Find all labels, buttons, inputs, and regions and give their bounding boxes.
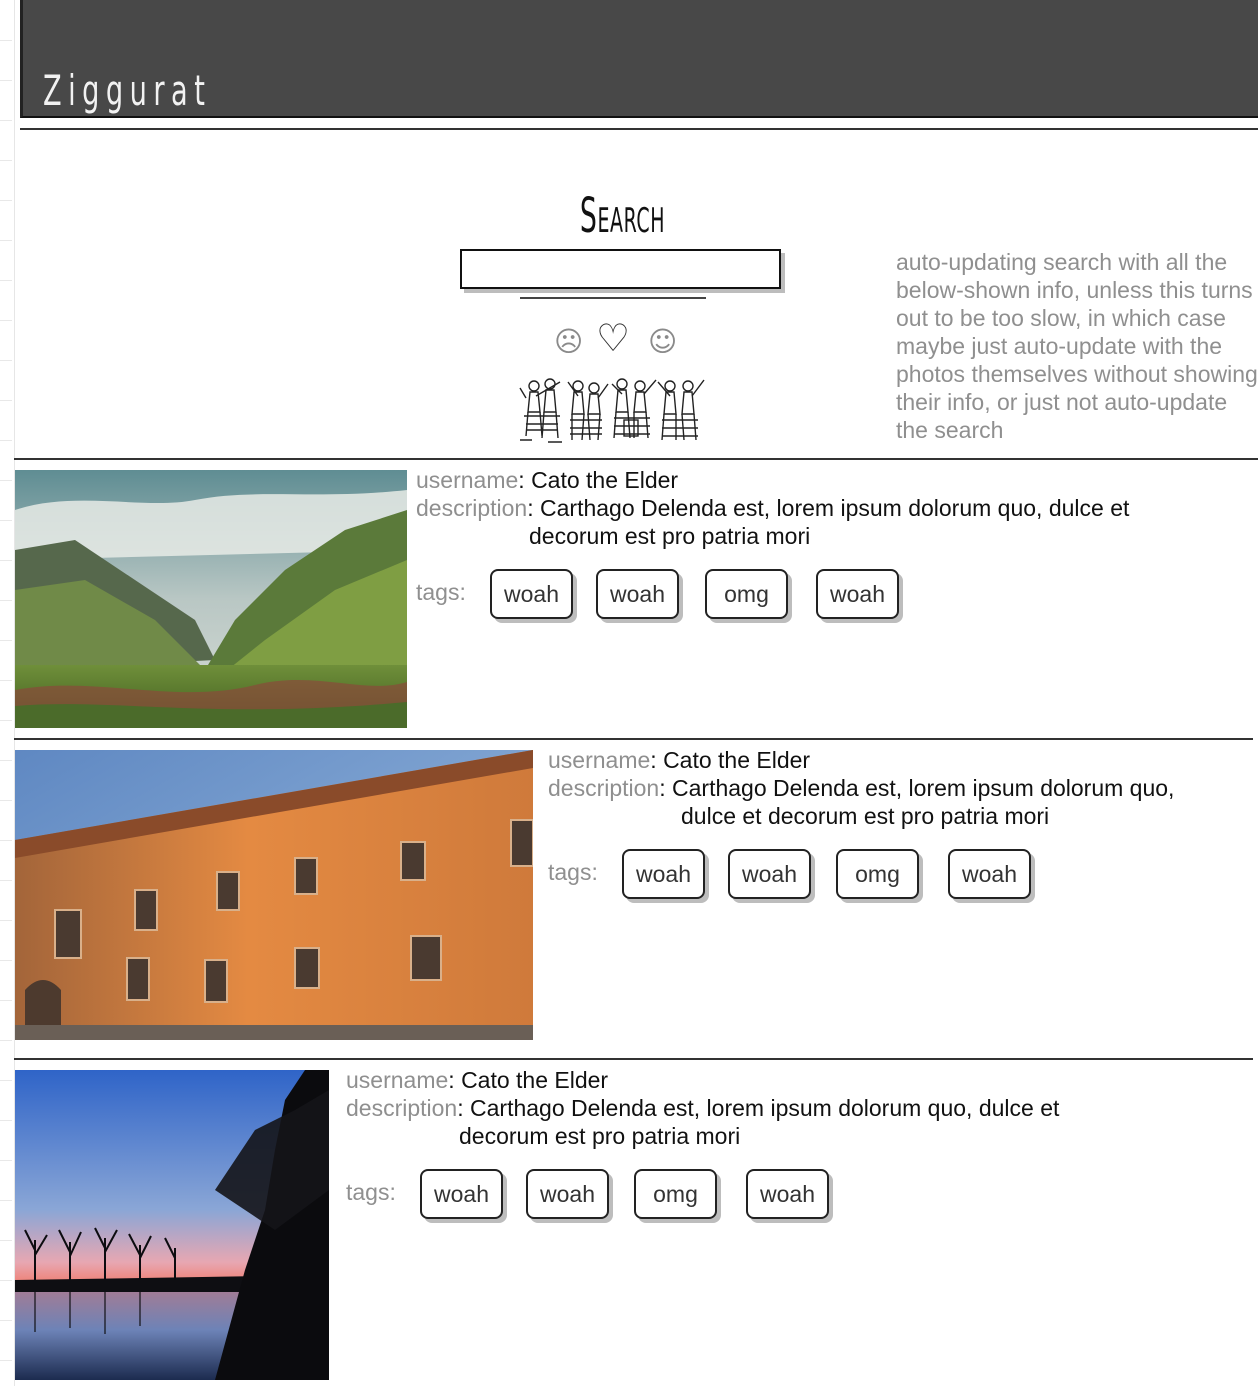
description-value-cont: dulce et decorum est pro patria mori xyxy=(681,803,1050,829)
sad-face-icon[interactable]: ☹ xyxy=(554,325,583,358)
search-underline xyxy=(520,297,706,299)
tag-button[interactable]: woah xyxy=(746,1169,829,1219)
result-divider xyxy=(14,1058,1253,1060)
tags-label: tags: xyxy=(346,1179,396,1205)
heart-icon[interactable]: ♡ xyxy=(596,316,630,360)
tag-button[interactable]: woah xyxy=(596,569,679,619)
sunset-lake-image xyxy=(15,1070,329,1380)
username-label: username xyxy=(416,467,519,493)
result-photo-brick-building[interactable] xyxy=(15,750,533,1040)
description-value: Carthago Delenda est, lorem ipsum doloru… xyxy=(672,775,1175,801)
description-value: Carthago Delenda est, lorem ipsum doloru… xyxy=(470,1095,1060,1121)
tag-button[interactable]: woah xyxy=(948,849,1031,899)
tag-button[interactable]: woah xyxy=(490,569,573,619)
tag-button[interactable]: omg xyxy=(705,569,788,619)
description-value-cont: decorum est pro patria mori xyxy=(529,523,811,549)
username-value[interactable]: Cato the Elder xyxy=(531,467,678,493)
tag-button[interactable]: omg xyxy=(836,849,919,899)
tag-button[interactable]: woah xyxy=(728,849,811,899)
header-divider xyxy=(20,128,1258,130)
description-value-cont: decorum est pro patria mori xyxy=(459,1123,741,1149)
tag-button[interactable]: omg xyxy=(634,1169,717,1219)
tag-button[interactable]: woah xyxy=(816,569,899,619)
search-title: Search xyxy=(579,188,666,244)
tag-button[interactable]: woah xyxy=(526,1169,609,1219)
mountain-valley-image xyxy=(15,470,407,728)
result-meta: username: Cato the Elder description: Ca… xyxy=(346,1066,1166,1150)
tags-label: tags: xyxy=(416,579,466,605)
description-value: Carthago Delenda est, lorem ipsum doloru… xyxy=(540,495,1130,521)
username-label: username xyxy=(548,747,651,773)
search-input[interactable] xyxy=(460,249,781,289)
username-value[interactable]: Cato the Elder xyxy=(663,747,810,773)
section-divider xyxy=(14,458,1258,460)
result-meta: username: Cato the Elder description: Ca… xyxy=(416,466,1236,550)
app-header: Ziggurat xyxy=(20,0,1258,118)
username-value[interactable]: Cato the Elder xyxy=(461,1067,608,1093)
description-label: description xyxy=(346,1095,458,1121)
brick-building-image xyxy=(15,750,533,1040)
tag-button[interactable]: woah xyxy=(622,849,705,899)
ziggurat-figures-icon xyxy=(519,378,705,443)
design-note: auto-updating search with all the below-… xyxy=(896,249,1258,443)
result-photo-mountain-valley[interactable] xyxy=(15,470,407,728)
result-photo-sunset-lake[interactable] xyxy=(15,1070,329,1380)
description-label: description xyxy=(548,775,660,801)
result-meta: username: Cato the Elder description: Ca… xyxy=(548,746,1248,830)
username-label: username xyxy=(346,1067,449,1093)
canvas-gutter xyxy=(0,0,15,1386)
tags-label: tags: xyxy=(548,859,598,885)
description-label: description xyxy=(416,495,528,521)
app-logo[interactable]: Ziggurat xyxy=(43,66,211,115)
tag-button[interactable]: woah xyxy=(420,1169,503,1219)
happy-face-icon[interactable]: ☺ xyxy=(648,325,677,358)
result-divider xyxy=(14,738,1253,740)
